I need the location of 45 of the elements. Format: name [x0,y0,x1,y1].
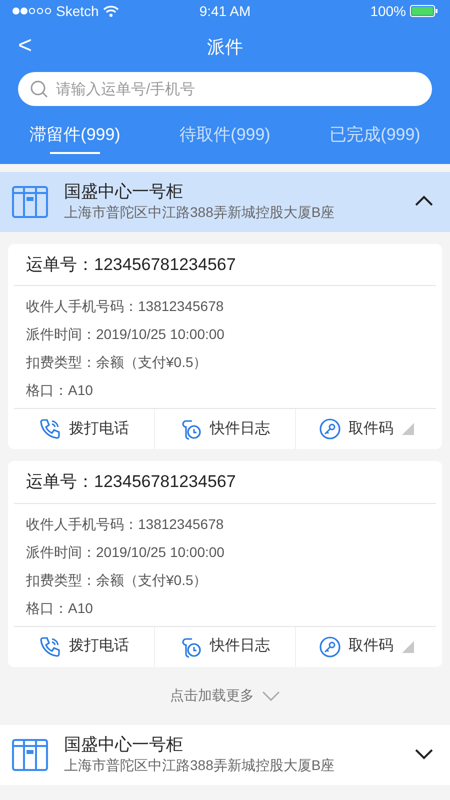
chevron-up-icon [414,195,434,208]
locker-name: 国盛中心一号柜 [64,735,184,756]
waybill-number: 运单号：123456781234567 [14,461,436,504]
search-field[interactable]: 请输入运单号/手机号 [18,72,432,106]
chevron-down-icon [262,690,280,700]
parcel-detail: 收件人手机号码：13812345678 [26,514,225,534]
battery-percent: 100% [370,2,406,20]
corner-triangle-icon [402,423,414,435]
chevron-down-icon [414,748,434,760]
parcel-detail: 收件人手机号码：13812345678 [26,297,225,316]
phone-icon [39,418,61,440]
action-button[interactable]: 拨打电话 [14,626,154,666]
status-time: 9:41 AM [199,2,251,18]
locker-address: 上海市普陀区中江路388弄新城控股大厦B座 [64,202,336,221]
clock-icon [180,418,202,440]
waybill-number: 运单号：123456781234567 [14,244,436,286]
action-button[interactable]: 取件码 [295,409,436,449]
clock-icon [180,636,202,658]
parcel-detail: 扣费类型：余额（支付¥0.5） [26,353,208,372]
page-title: 派件 [207,36,243,58]
locker-name: 国盛中心一号柜 [64,182,184,203]
locker-icon [12,184,48,220]
parcel-detail: 格口：A10 [26,598,94,618]
action-button[interactable]: 拨打电话 [14,409,154,449]
parcel-detail: 格口：A10 [26,381,94,400]
corner-triangle-icon [402,640,414,652]
key-icon [318,418,340,440]
locker-header[interactable]: 国盛中心一号柜 上海市普陀区中江路388弄新城控股大厦B座 [0,724,450,784]
key-icon [318,636,340,658]
battery-icon [410,5,438,17]
search-icon [30,80,48,98]
signal-icon [12,7,52,15]
phone-icon [39,636,61,658]
locker-address: 上海市普陀区中江路388弄新城控股大厦B座 [64,756,336,774]
action-button[interactable]: 快件日志 [154,409,295,449]
locker-header[interactable]: 国盛中心一号柜 上海市普陀区中江路388弄新城控股大厦B座 [0,172,450,232]
parcel-detail: 派件时间：2019/10/25 10:00:00 [26,542,226,562]
load-more-button[interactable]: 点击加载更多 [0,666,450,724]
locker-icon [12,736,48,772]
carrier-name: Sketch [56,2,99,20]
parcel-detail: 派件时间：2019/10/25 10:00:00 [26,325,226,344]
action-button[interactable]: 快件日志 [154,626,295,666]
parcel-detail: 扣费类型：余额（支付¥0.5） [26,570,208,590]
wifi-icon [102,5,119,17]
action-button[interactable]: 取件码 [295,626,436,666]
